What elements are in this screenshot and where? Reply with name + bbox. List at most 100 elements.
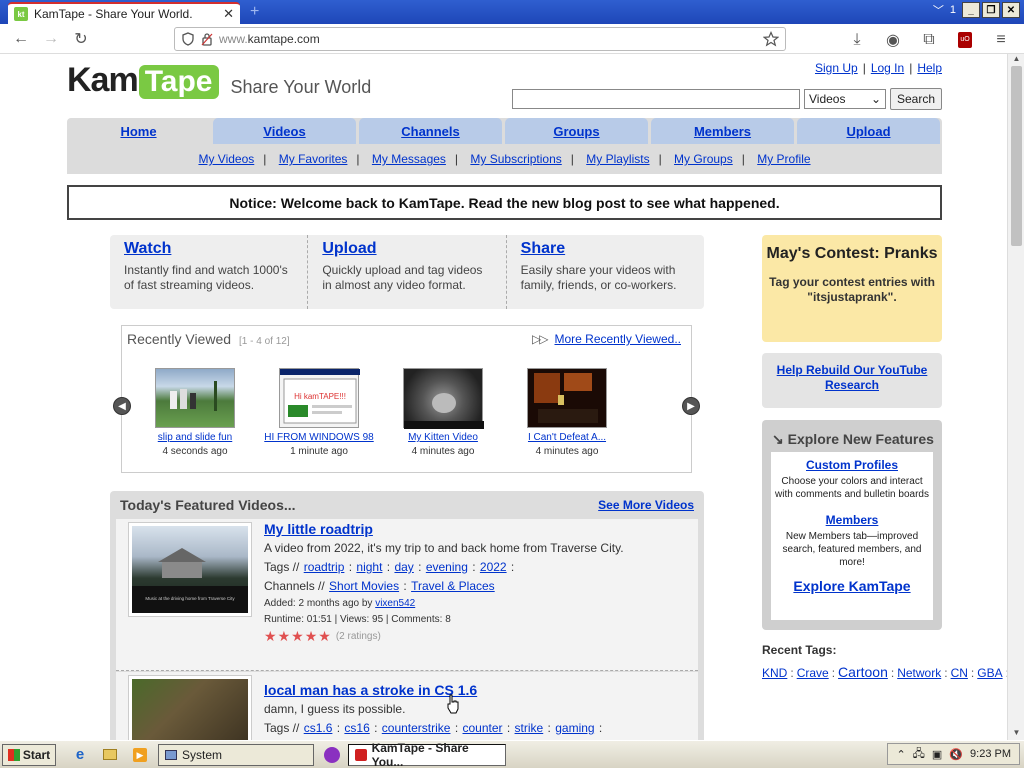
my-playlists-link[interactable]: My Playlists	[586, 152, 649, 166]
restore-button[interactable]: ❐	[982, 2, 1000, 18]
see-more-videos-link[interactable]: See More Videos	[598, 498, 694, 512]
scroll-up-arrow-icon[interactable]: ▲	[1008, 54, 1024, 66]
start-button[interactable]: Start	[2, 743, 56, 766]
tag-link[interactable]: Cartoon	[838, 664, 888, 680]
bookmark-star-icon[interactable]	[763, 31, 779, 47]
sign-up-link[interactable]: Sign Up	[815, 61, 858, 75]
search-button[interactable]: Search	[890, 88, 943, 110]
tag-link[interactable]: Network	[897, 666, 941, 680]
minimize-button[interactable]: _	[962, 2, 980, 18]
reload-icon[interactable]: ↻	[66, 25, 96, 53]
video-thumbnail[interactable]: Music at the driving home from Traverse …	[128, 522, 252, 617]
tag-link[interactable]: KND	[762, 666, 787, 680]
tag-link[interactable]: cs16	[344, 721, 369, 735]
rebuild-link[interactable]: Help Rebuild Our YouTube Research	[777, 363, 928, 392]
video-tags: Tags // roadtrip : night : day : evening…	[264, 560, 515, 574]
my-videos-link[interactable]: My Videos	[198, 152, 254, 166]
tag-link[interactable]: Crave	[797, 666, 829, 680]
tab-channels[interactable]: Channels	[359, 118, 502, 144]
recent-title[interactable]: slip and slide fun	[130, 432, 260, 443]
recent-item[interactable]: slip and slide fun 4 seconds ago	[130, 368, 260, 457]
channel-link[interactable]: Travel & Places	[411, 579, 495, 593]
address-bar[interactable]: www.kamtape.com	[174, 27, 786, 51]
my-profile-link[interactable]: My Profile	[757, 152, 810, 166]
channel-link[interactable]: Short Movies	[329, 579, 399, 593]
ublock-icon[interactable]: uO	[950, 26, 980, 54]
app-circle-icon[interactable]	[322, 745, 342, 765]
my-subscriptions-link[interactable]: My Subscriptions	[470, 152, 561, 166]
task-kamtape[interactable]: KamTape - Share You...	[348, 741, 506, 769]
members-feature-link[interactable]: Members	[771, 513, 933, 527]
tab-videos[interactable]: Videos	[213, 118, 356, 144]
tag-link[interactable]: 2022	[480, 560, 507, 574]
scroll-left-arrow-icon[interactable]: ◀	[113, 397, 131, 415]
tag-link[interactable]: roadtrip	[304, 560, 345, 574]
tag-link[interactable]: night	[356, 560, 382, 574]
tab-groups[interactable]: Groups	[505, 118, 648, 144]
tab-upload[interactable]: Upload	[797, 118, 940, 144]
tag-link[interactable]: evening	[426, 560, 468, 574]
tab-home[interactable]: Home	[67, 118, 210, 144]
log-in-link[interactable]: Log In	[871, 61, 904, 75]
watch-link[interactable]: Watch	[124, 240, 171, 257]
my-messages-link[interactable]: My Messages	[372, 152, 446, 166]
help-link[interactable]: Help	[917, 61, 942, 75]
tag-link[interactable]: CN	[951, 666, 968, 680]
back-arrow-icon[interactable]: ←	[6, 25, 36, 53]
tag-link[interactable]: strike	[515, 721, 544, 735]
tag-link[interactable]: counter	[463, 721, 503, 735]
media-player-icon[interactable]: ▶	[130, 745, 150, 765]
download-icon[interactable]: ⤓	[842, 26, 872, 54]
tab-list-chevron-icon[interactable]: ﹀	[933, 2, 944, 18]
extensions-icon[interactable]: ⧉	[914, 26, 944, 54]
forward-arrow-icon[interactable]: →	[36, 25, 66, 53]
scroll-right-arrow-icon[interactable]: ▶	[682, 397, 700, 415]
my-favorites-link[interactable]: My Favorites	[279, 152, 348, 166]
window-titlebar: kt KamTape - Share Your World. ✕ + ﹀ 1 _…	[0, 0, 1024, 24]
tag-link[interactable]: gaming	[555, 721, 594, 735]
scroll-down-arrow-icon[interactable]: ▼	[1008, 728, 1024, 740]
recent-item[interactable]: Hi kamTAPE!!! HI FROM WINDOWS 98 1 minut…	[254, 368, 384, 457]
video-title-link[interactable]: My little roadtrip	[264, 521, 373, 537]
account-icon[interactable]: ◉	[878, 26, 908, 54]
recent-item[interactable]: I Can't Defeat A... 4 minutes ago	[502, 368, 632, 457]
custom-profiles-link[interactable]: Custom Profiles	[806, 458, 898, 472]
upload-link[interactable]: Upload	[322, 240, 376, 257]
folder-icon[interactable]	[100, 745, 120, 765]
menu-icon[interactable]: ≡	[986, 26, 1016, 54]
tab-members[interactable]: Members	[651, 118, 794, 144]
kamtape-logo[interactable]: Kam Tape Share Your World	[67, 61, 371, 100]
search-input[interactable]	[512, 89, 800, 109]
more-recently-viewed-link[interactable]: More Recently Viewed..	[554, 332, 681, 346]
video-added: Added: 2 months ago by vixen542	[264, 598, 416, 609]
close-tab-icon[interactable]: ✕	[223, 6, 234, 22]
browser-tab[interactable]: kt KamTape - Share Your World. ✕	[8, 2, 240, 24]
tag-link[interactable]: cs1.6	[304, 721, 333, 735]
share-link[interactable]: Share	[521, 240, 565, 257]
tag-link[interactable]: day	[394, 560, 413, 574]
new-tab-button[interactable]: +	[250, 3, 259, 21]
explore-kamtape-link[interactable]: Explore KamTape	[771, 578, 933, 594]
uploader-link[interactable]: vixen542	[375, 598, 415, 609]
my-groups-link[interactable]: My Groups	[674, 152, 733, 166]
star-rating[interactable]: ★ ★ ★ ★ ★ (2 ratings)	[264, 629, 694, 643]
tray-display-icon[interactable]: ▣	[932, 748, 942, 761]
star-icon: ★	[318, 628, 331, 644]
tray-volume-icon[interactable]: 🔇	[949, 748, 963, 761]
video-thumbnail[interactable]	[128, 675, 252, 740]
recent-title[interactable]: My Kitten Video	[378, 432, 508, 443]
vertical-scrollbar[interactable]: ▲ ▼	[1007, 54, 1024, 740]
task-system[interactable]: System	[158, 743, 314, 766]
recent-item[interactable]: My Kitten Video 4 minutes ago	[378, 368, 508, 457]
tray-network-icon[interactable]: 🖧	[913, 745, 925, 764]
tag-link[interactable]: counterstrike	[382, 721, 451, 735]
recent-ago: 4 seconds ago	[162, 446, 228, 457]
recent-title[interactable]: I Can't Defeat A...	[502, 432, 632, 443]
tag-link[interactable]: GBA	[977, 666, 1002, 680]
search-scope-select[interactable]: Videos ⌄	[804, 89, 886, 109]
internet-explorer-icon[interactable]: e	[70, 745, 90, 765]
recent-title[interactable]: HI FROM WINDOWS 98	[254, 432, 384, 443]
close-window-button[interactable]: ✕	[1002, 2, 1020, 18]
scrollbar-thumb[interactable]	[1011, 66, 1022, 246]
tray-expand-icon[interactable]: ⌃	[896, 748, 905, 761]
